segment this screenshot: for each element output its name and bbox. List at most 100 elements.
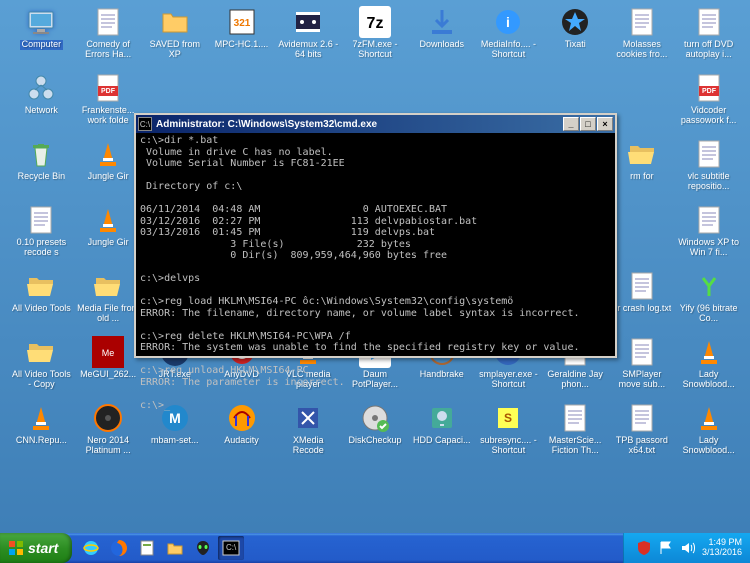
taskbar-item-ie[interactable] bbox=[78, 536, 104, 560]
taskbar-item-cmd[interactable]: C:\ bbox=[218, 536, 244, 560]
clock[interactable]: 1:49 PM 3/13/2016 bbox=[702, 538, 742, 558]
text-icon bbox=[626, 402, 658, 434]
icon-label: subresync.... - Shortcut bbox=[477, 436, 539, 456]
desktop-icon[interactable]: Windows XP to Win 7 fi... bbox=[675, 202, 742, 268]
icon-label: Lady Snowblood... bbox=[678, 370, 740, 390]
megui-icon: Me bbox=[92, 336, 124, 368]
desktop-icon[interactable]: Molasses cookies fro... bbox=[609, 4, 676, 70]
desktop-icon[interactable]: Nero 2014 Platinum ... bbox=[75, 400, 142, 466]
desktop-icon[interactable]: All Video Tools - Copy bbox=[8, 334, 75, 400]
desktop-icon[interactable]: Jungle Gir bbox=[75, 202, 142, 268]
pdf-icon: PDF bbox=[92, 72, 124, 104]
shield-icon[interactable] bbox=[636, 540, 652, 556]
desktop-icon[interactable]: 7z7zFM.exe - Shortcut bbox=[342, 4, 409, 70]
desktop-icon[interactable]: TPB passord x64.txt bbox=[609, 400, 676, 466]
desktop-icon[interactable]: SMPlayer move sub... bbox=[609, 334, 676, 400]
system-tray[interactable]: 1:49 PM 3/13/2016 bbox=[623, 533, 750, 563]
desktop-icon[interactable]: Computer bbox=[8, 4, 75, 70]
start-label: start bbox=[28, 540, 58, 556]
text-icon bbox=[693, 204, 725, 236]
svg-text:PDF: PDF bbox=[702, 88, 717, 95]
cmd-window[interactable]: C:\ Administrator: C:\Windows\System32\c… bbox=[134, 113, 617, 358]
desktop-icon[interactable]: 321MPC-HC.1.... bbox=[208, 4, 275, 70]
mpc-icon: 321 bbox=[226, 6, 258, 38]
taskbar-item-explorer[interactable] bbox=[162, 536, 188, 560]
icon-label: turn off DVD autoplay i... bbox=[678, 40, 740, 60]
desktop-icon[interactable]: Comedy of Errors Ha... bbox=[75, 4, 142, 70]
desktop-icon[interactable]: MeMeGUI_262... bbox=[75, 334, 142, 400]
desktop-icon[interactable]: iMediaInfo.... - Shortcut bbox=[475, 4, 542, 70]
svg-text:C:\: C:\ bbox=[226, 543, 237, 552]
desktop-icon[interactable]: Tixati bbox=[542, 4, 609, 70]
nero-icon bbox=[92, 402, 124, 434]
vlc-icon bbox=[92, 204, 124, 236]
taskbar: start C:\ 1:49 PM 3/13/2016 bbox=[0, 533, 750, 563]
icon-label: rm for bbox=[630, 172, 654, 182]
desktop-icon[interactable]: Lady Snowblood... bbox=[675, 334, 742, 400]
folder-open-icon bbox=[626, 138, 658, 170]
svg-text:i: i bbox=[506, 14, 510, 30]
mediainfo-icon: i bbox=[492, 6, 524, 38]
icon-label: Nero 2014 Platinum ... bbox=[77, 436, 139, 456]
icon-label: vlc subtitle repositio... bbox=[678, 172, 740, 192]
desktop-icon[interactable]: Yify (96 bitrate Co... bbox=[675, 268, 742, 334]
speaker-icon[interactable] bbox=[680, 540, 696, 556]
desktop-icon[interactable]: CNN.Repu... bbox=[8, 400, 75, 466]
vlc-icon bbox=[25, 402, 57, 434]
icon-label: Vidcoder passowork f... bbox=[678, 106, 740, 126]
network-icon bbox=[25, 72, 57, 104]
text-icon bbox=[25, 204, 57, 236]
taskbar-item-alien[interactable] bbox=[190, 536, 216, 560]
desktop-icon[interactable]: er crash log.txt bbox=[609, 268, 676, 334]
maximize-button[interactable]: □ bbox=[580, 117, 596, 131]
desktop-icon[interactable]: SAVED from XP bbox=[141, 4, 208, 70]
svg-text:321: 321 bbox=[233, 18, 250, 29]
taskbar-item-firefox[interactable] bbox=[106, 536, 132, 560]
taskbar-item-libre[interactable] bbox=[134, 536, 160, 560]
title-bar[interactable]: C:\ Administrator: C:\Windows\System32\c… bbox=[136, 115, 615, 133]
svg-text:7z: 7z bbox=[367, 15, 384, 32]
desktop-icon[interactable]: Downloads bbox=[408, 4, 475, 70]
desktop-icon[interactable]: All Video Tools bbox=[8, 268, 75, 334]
icon-label: Computer bbox=[20, 40, 64, 50]
tixati-icon bbox=[559, 6, 591, 38]
icon-label: SAVED from XP bbox=[144, 40, 206, 60]
icon-label: HDD Capaci... bbox=[413, 436, 471, 446]
desktop-icon[interactable]: Lady Snowblood... bbox=[675, 400, 742, 466]
avidemux-icon bbox=[292, 6, 324, 38]
icon-label: All Video Tools bbox=[12, 304, 71, 314]
cmd-icon: C:\ bbox=[138, 117, 152, 131]
text-icon bbox=[693, 138, 725, 170]
computer-icon bbox=[25, 6, 57, 38]
desktop-icon[interactable]: PDFFrankenste... work folde bbox=[75, 70, 142, 136]
svg-text:PDF: PDF bbox=[101, 88, 116, 95]
text-icon bbox=[92, 6, 124, 38]
desktop-icon[interactable]: Recycle Bin bbox=[8, 136, 75, 202]
recycle-icon bbox=[25, 138, 57, 170]
desktop-icon[interactable]: Network bbox=[8, 70, 75, 136]
icon-label: Lady Snowblood... bbox=[678, 436, 740, 456]
icon-label: Molasses cookies fro... bbox=[611, 40, 673, 60]
taskbar-items: C:\ bbox=[72, 533, 250, 563]
desktop-icon[interactable]: Avidemux 2.6 - 64 bits bbox=[275, 4, 342, 70]
desktop-icon[interactable]: Media File from old ... bbox=[75, 268, 142, 334]
desktop-icon[interactable]: turn off DVD autoplay i... bbox=[675, 4, 742, 70]
folder-open-icon bbox=[25, 270, 57, 302]
desktop-icon[interactable]: rm for bbox=[609, 136, 676, 202]
icon-label: Audacity bbox=[224, 436, 259, 446]
desktop-icon[interactable]: Jungle Gir bbox=[75, 136, 142, 202]
minimize-button[interactable]: _ bbox=[563, 117, 579, 131]
start-button[interactable]: start bbox=[0, 533, 72, 563]
desktop-icon[interactable]: PDF Vidcoder passowork f... bbox=[675, 70, 742, 136]
cmd-output: c:\>dir *.bat Volume in drive C has no l… bbox=[136, 133, 615, 413]
close-button[interactable]: × bbox=[597, 117, 613, 131]
pdf-icon: PDF bbox=[693, 72, 725, 104]
vlc-icon bbox=[92, 138, 124, 170]
svg-text:Me: Me bbox=[102, 348, 115, 358]
icon-label: SMPlayer move sub... bbox=[611, 370, 673, 390]
7z-icon: 7z bbox=[359, 6, 391, 38]
flag-icon[interactable] bbox=[658, 540, 674, 556]
desktop-icon[interactable]: vlc subtitle repositio... bbox=[675, 136, 742, 202]
desktop-icon[interactable]: 0.10 presets recode s bbox=[8, 202, 75, 268]
svg-text:S: S bbox=[504, 411, 512, 425]
